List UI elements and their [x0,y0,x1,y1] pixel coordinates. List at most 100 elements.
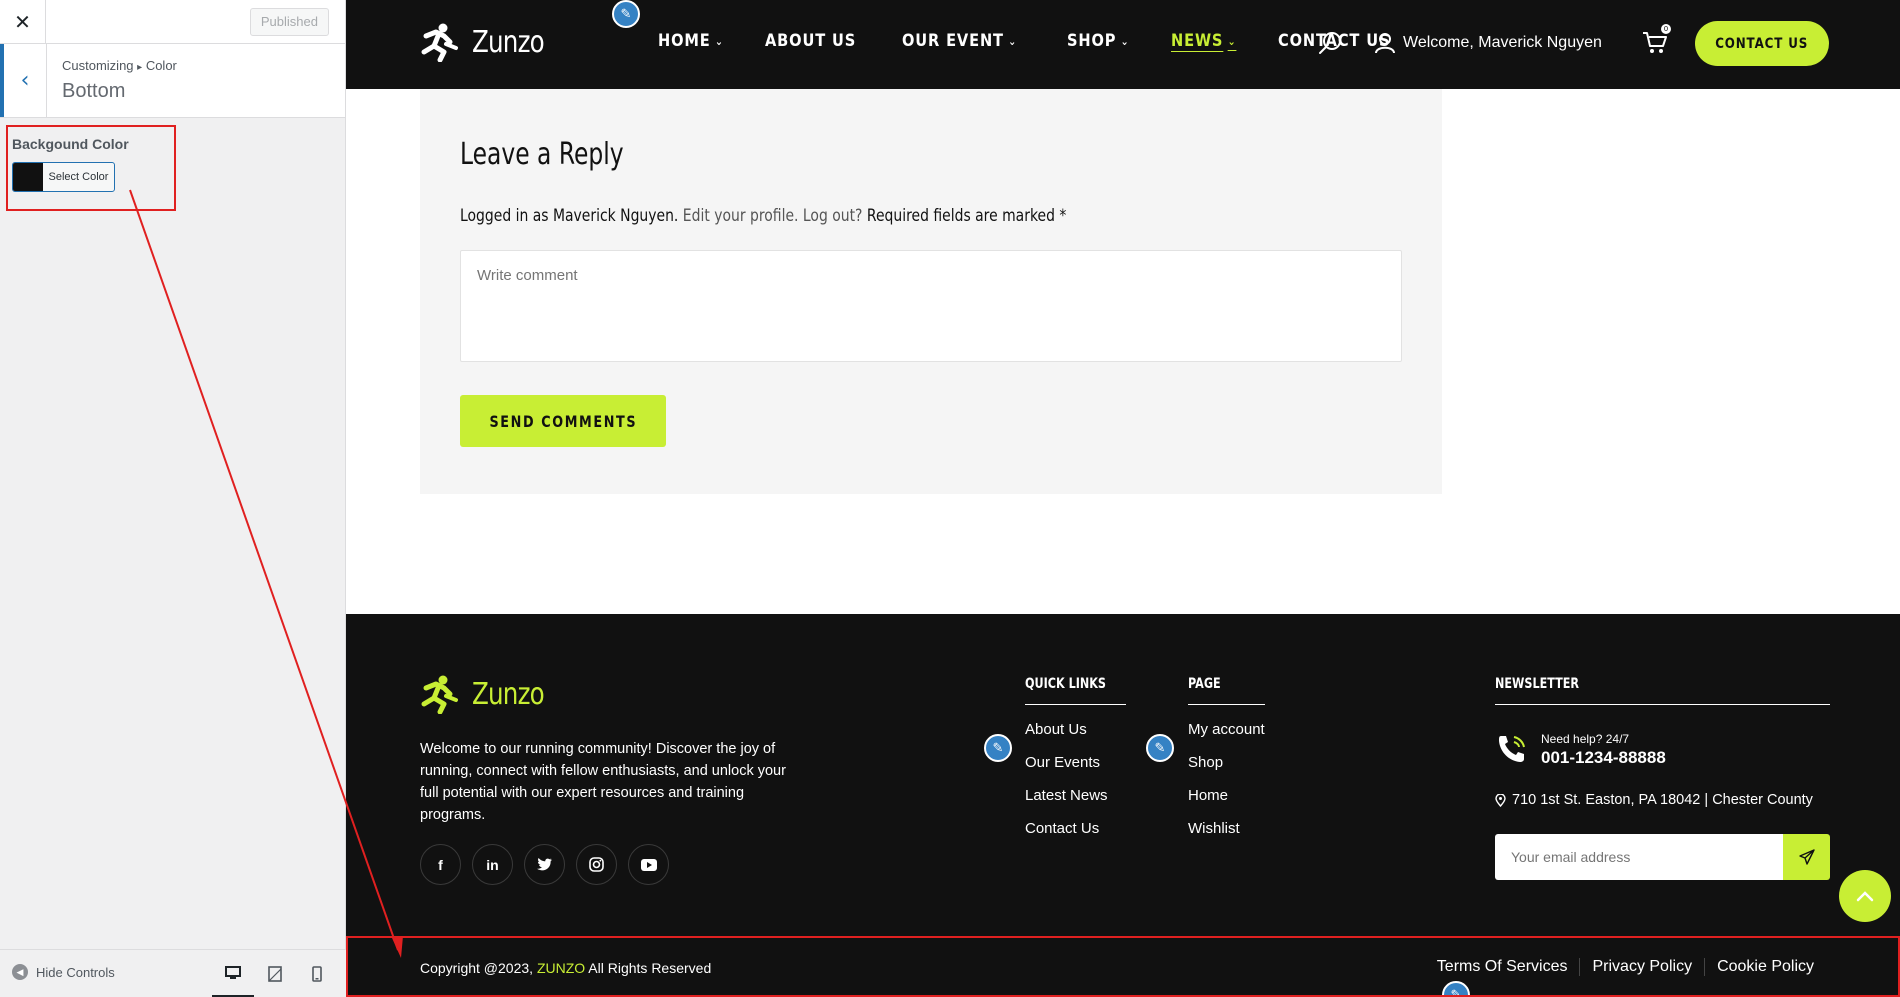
page-title: PAGE [1188,676,1265,705]
nav-our-event[interactable]: OUR EVENT ⌄ [902,31,1017,51]
page-title-text: PAGE [1188,676,1221,692]
footer-link-about-us[interactable]: About Us [1025,721,1126,738]
back-chevron-icon[interactable]: ‹ [0,44,47,117]
newsletter-title: NEWSLETTER [1495,676,1830,705]
edit-shortcut-icon[interactable]: ✎ [612,0,640,28]
cart-count-badge: 0 [1661,24,1671,34]
footer-about-text: Welcome to our running community! Discov… [420,741,786,823]
device-switcher [212,950,338,997]
published-button[interactable]: Published [249,8,329,36]
logo-text: Zunzo [472,24,545,60]
search-icon[interactable] [1318,30,1344,56]
customizer-sidebar: ✕ Published ‹ Customizing ▸ Color Bottom… [0,0,346,997]
help-label: Need help? 24/7 [1541,732,1630,746]
site-logo[interactable]: Zunzo [420,22,560,62]
send-comments-button[interactable]: SEND COMMENTS [460,395,666,447]
chevron-down-icon: ⌄ [1227,34,1237,48]
nav-shop-label: SHOP [1067,31,1117,51]
footer-logo-text: Zunzo [472,676,545,712]
hide-controls-label: Hide Controls [36,964,115,980]
required-fields-text: Required fields are marked * [866,206,1067,226]
reply-title: Leave a Reply [460,137,624,172]
help-phone[interactable]: 001-1234-88888 [1541,748,1666,768]
instagram-icon[interactable] [576,844,617,885]
site-preview: Zunzo ✎ HOME ⌄ ABOUT US OUR EVENT ⌄ SHOP ⌄ … [346,0,1900,997]
mobile-icon[interactable] [296,950,338,997]
privacy-link[interactable]: Privacy Policy [1579,958,1704,976]
customizer-top-bar: ✕ Published [0,0,345,44]
footer-link-home[interactable]: Home [1188,787,1265,804]
logout-link[interactable]: Log out? [803,206,863,226]
nav-news[interactable]: NEWS ⌄ [1171,31,1236,51]
footer-link-contact-us[interactable]: Contact Us [1025,820,1126,837]
cookie-link[interactable]: Cookie Policy [1704,958,1826,976]
legal-links: Terms Of Services Privacy Policy Cookie … [1425,958,1826,976]
map-pin-icon [1495,793,1506,807]
footer-link-shop[interactable]: Shop [1188,754,1265,771]
nav-home-label: HOME [658,31,711,51]
help-contact: Need help? 24/7 001-1234-88888 [1495,732,1666,768]
site-header: Zunzo ✎ HOME ⌄ ABOUT US OUR EVENT ⌄ SHOP ⌄ … [346,0,1900,89]
runner-logo-icon [421,23,458,62]
desktop-icon[interactable] [212,950,254,997]
linkedin-icon[interactable]: in [472,844,513,885]
twitter-icon[interactable] [524,844,565,885]
nav-about-us[interactable]: ABOUT US [765,31,856,51]
newsletter-submit-button[interactable] [1783,834,1830,880]
edit-shortcut-icon[interactable]: ✎ [1442,981,1470,997]
footer-link-latest-news[interactable]: Latest News [1025,787,1126,804]
edit-shortcut-icon[interactable]: ✎ [984,734,1012,762]
tablet-icon[interactable] [254,950,296,997]
address: 710 1st St. Easton, PA 18042 | Chester C… [1495,792,1813,808]
section-header: ‹ Customizing ▸ Color Bottom [0,44,345,118]
facebook-icon[interactable]: f [420,844,461,885]
logged-in-notice: Logged in as Maverick Nguyen. Edit your … [460,206,1066,226]
newsletter-email-input[interactable] [1495,834,1783,880]
nav-event-label: OUR EVENT [902,31,1005,51]
back-to-top-button[interactable] [1839,870,1891,922]
footer-bottom-bar: Copyright @2023, ZUNZO All Rights Reserv… [346,937,1900,997]
nav-shop[interactable]: SHOP ⌄ [1067,31,1129,51]
user-account[interactable]: Welcome, Maverick Nguyen [1375,32,1602,54]
copyright-brand[interactable]: ZUNZO [537,960,585,976]
newsletter-title-text: NEWSLETTER [1495,676,1580,692]
phone-icon [1499,736,1525,762]
copyright: Copyright @2023, ZUNZO All Rights Reserv… [420,960,711,976]
chevron-down-icon: ⌄ [1008,34,1018,48]
footer-link-our-events[interactable]: Our Events [1025,754,1126,771]
footer-link-my-account[interactable]: My account [1188,721,1265,738]
breadcrumb-color: Color [145,58,177,73]
comment-form-section: Leave a Reply Logged in as Maverick Nguy… [420,89,1442,494]
quick-links-title: QUICK LINKS [1025,676,1127,705]
select-color-label: Select Color [48,171,109,183]
comment-textarea[interactable] [460,250,1402,362]
select-color-button[interactable]: Select Color [12,162,115,192]
send-comments-label: SEND COMMENTS [489,411,637,431]
copyright-suffix: All Rights Reserved [588,960,712,976]
copyright-prefix: Copyright @2023, [420,960,534,976]
nav-home[interactable]: HOME ⌄ [658,31,724,51]
social-links: f in [420,844,669,885]
control-label: Backgound Color [12,136,129,152]
breadcrumb: Customizing ▸ Color [62,58,177,73]
header-contact-button[interactable]: CONTACT US [1695,21,1829,66]
newsletter-form [1495,834,1830,880]
edit-shortcut-icon[interactable]: ✎ [1146,734,1174,762]
edit-profile-link[interactable]: Edit your profile. [683,206,799,226]
footer-logo[interactable]: Zunzo [420,674,560,714]
color-swatch[interactable] [13,163,43,191]
quick-links-title-text: QUICK LINKS [1025,676,1107,692]
site-footer: Zunzo Welcome to our running community! … [346,614,1900,997]
header-contact-label: CONTACT US [1715,35,1809,52]
breadcrumb-customizing: Customizing [62,58,134,73]
hide-controls-button[interactable]: ◀ Hide Controls [12,964,115,980]
chevron-down-icon: ⌄ [714,34,724,48]
runner-logo-icon [421,675,458,714]
nav-news-label: NEWS [1170,31,1224,51]
customizer-footer: ◀ Hide Controls [0,949,346,997]
close-icon[interactable]: ✕ [0,0,46,43]
footer-link-wishlist[interactable]: Wishlist [1188,820,1265,837]
send-icon [1798,849,1815,865]
youtube-icon[interactable] [628,844,669,885]
terms-link[interactable]: Terms Of Services [1425,958,1580,976]
